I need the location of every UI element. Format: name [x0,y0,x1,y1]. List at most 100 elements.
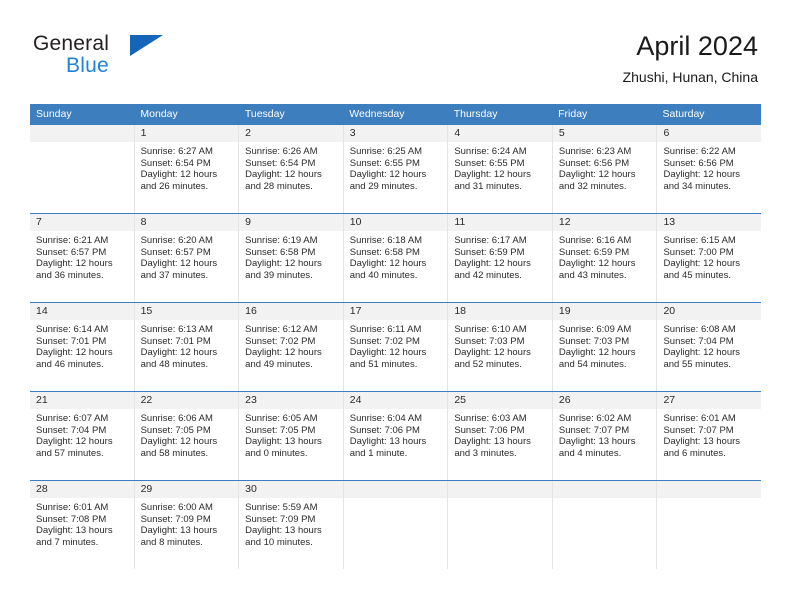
day-cell[interactable] [30,125,135,213]
daylight-text-line2: and 4 minutes. [558,448,622,460]
day-cell[interactable]: 24 Sunrise: 6:04 AM Sunset: 7:06 PM Dayl… [343,392,449,480]
day-cell[interactable]: 16 Sunrise: 6:12 AM Sunset: 7:02 PM Dayl… [239,303,344,391]
day-number: 16 [239,303,343,320]
weekday-wednesday: Wednesday [349,108,405,120]
daylight-text-line1: Daylight: 12 hours [245,347,322,359]
day-number: 20 [657,303,762,320]
day-cell[interactable] [448,481,553,569]
day-cell[interactable]: 8 Sunrise: 6:20 AM Sunset: 6:57 PM Dayli… [134,214,240,302]
day-cell[interactable]: 7 Sunrise: 6:21 AM Sunset: 6:57 PM Dayli… [30,214,135,302]
page-subtitle: Zhushi, Hunan, China [622,69,758,85]
day-cell[interactable]: 4 Sunrise: 6:24 AM Sunset: 6:55 PM Dayli… [448,125,553,213]
logo-triangle-icon [130,35,163,56]
day-cell[interactable]: 28 Sunrise: 6:01 AM Sunset: 7:08 PM Dayl… [30,481,135,569]
daylight-text-line2: and 8 minutes. [140,537,203,549]
daylight-text-line2: and 51 minutes. [349,359,418,371]
day-cell[interactable] [657,481,762,569]
sunrise-text: Sunrise: 6:01 AM [36,502,109,513]
sunrise-text: Sunrise: 6:22 AM [663,146,736,157]
daylight-text-line2: and 42 minutes. [454,270,522,282]
day-cell[interactable]: 15 Sunrise: 6:13 AM Sunset: 7:01 PM Dayl… [134,303,240,391]
day-cell[interactable]: 17 Sunrise: 6:11 AM Sunset: 7:02 PM Dayl… [343,303,449,391]
daylight-text-line1: Daylight: 12 hours [140,347,218,359]
day-info: Sunrise: 6:26 AM Sunset: 6:54 PM Dayligh… [239,142,343,193]
week-row: 28 Sunrise: 6:01 AM Sunset: 7:08 PM Dayl… [30,480,762,569]
sunrise-text: Sunrise: 6:16 AM [558,235,632,246]
day-info: Sunrise: 6:10 AM Sunset: 7:03 PM Dayligh… [448,320,552,371]
day-number: 2 [239,125,343,142]
weekday-saturday: Saturday [662,108,705,120]
sunset-text: Sunset: 7:05 PM [140,424,211,436]
daylight-text-line1: Daylight: 12 hours [454,258,531,270]
sunset-text: Sunset: 6:59 PM [454,246,525,258]
day-info: Sunrise: 6:25 AM Sunset: 6:55 PM Dayligh… [344,142,448,193]
sunset-text: Sunset: 6:57 PM [36,246,107,258]
day-cell[interactable] [552,481,658,569]
day-cell[interactable]: 19 Sunrise: 6:09 AM Sunset: 7:03 PM Dayl… [552,303,658,391]
day-info: Sunrise: 6:01 AM Sunset: 7:08 PM Dayligh… [30,498,134,549]
day-number: 1 [134,125,239,142]
sunset-text: Sunset: 7:06 PM [454,424,525,436]
daylight-text-line1: Daylight: 13 hours [349,436,427,448]
day-number: 23 [239,392,343,409]
day-number: 22 [134,392,239,409]
day-cell[interactable]: 21 Sunrise: 6:07 AM Sunset: 7:04 PM Dayl… [30,392,135,480]
day-cell[interactable]: 27 Sunrise: 6:01 AM Sunset: 7:07 PM Dayl… [657,392,762,480]
day-cell[interactable]: 11 Sunrise: 6:17 AM Sunset: 6:59 PM Dayl… [448,214,553,302]
day-number: 5 [552,125,657,142]
sunset-text: Sunset: 6:55 PM [349,157,420,169]
day-cell[interactable]: 14 Sunrise: 6:14 AM Sunset: 7:01 PM Dayl… [30,303,135,391]
daylight-text-line1: Daylight: 13 hours [245,436,322,448]
sunset-text: Sunset: 7:03 PM [454,335,525,347]
daylight-text-line1: Daylight: 12 hours [140,436,218,448]
day-cell[interactable]: 29 Sunrise: 6:00 AM Sunset: 7:09 PM Dayl… [134,481,240,569]
daylight-text-line2: and 57 minutes. [36,448,104,460]
day-cell[interactable]: 2 Sunrise: 6:26 AM Sunset: 6:54 PM Dayli… [239,125,344,213]
day-cell[interactable]: 12 Sunrise: 6:16 AM Sunset: 6:59 PM Dayl… [552,214,658,302]
sunrise-text: Sunrise: 6:23 AM [558,146,632,157]
day-info: Sunrise: 6:23 AM Sunset: 6:56 PM Dayligh… [553,142,657,193]
day-cell[interactable]: 22 Sunrise: 6:06 AM Sunset: 7:05 PM Dayl… [134,392,240,480]
day-info: Sunrise: 6:14 AM Sunset: 7:01 PM Dayligh… [30,320,134,371]
day-cell[interactable]: 30 Sunrise: 5:59 AM Sunset: 7:09 PM Dayl… [239,481,344,569]
day-cell[interactable]: 9 Sunrise: 6:19 AM Sunset: 6:58 PM Dayli… [239,214,344,302]
daylight-text-line1: Daylight: 13 hours [245,525,322,537]
sunset-text: Sunset: 6:58 PM [245,246,316,258]
sunset-text: Sunset: 6:56 PM [558,157,630,169]
day-info: Sunrise: 6:20 AM Sunset: 6:57 PM Dayligh… [135,231,239,282]
day-cell[interactable]: 20 Sunrise: 6:08 AM Sunset: 7:04 PM Dayl… [657,303,762,391]
daylight-text-line2: and 46 minutes. [36,359,104,371]
day-info: Sunrise: 6:19 AM Sunset: 6:58 PM Dayligh… [239,231,343,282]
daylight-text-line2: and 40 minutes. [349,270,418,282]
day-cell[interactable]: 1 Sunrise: 6:27 AM Sunset: 6:54 PM Dayli… [134,125,240,213]
day-cell[interactable]: 26 Sunrise: 6:02 AM Sunset: 7:07 PM Dayl… [552,392,658,480]
day-info: Sunrise: 6:05 AM Sunset: 7:05 PM Dayligh… [239,409,343,460]
logo-text-general: General [33,32,110,55]
day-cell[interactable]: 10 Sunrise: 6:18 AM Sunset: 6:58 PM Dayl… [343,214,449,302]
sunrise-text: Sunrise: 6:15 AM [663,235,736,246]
sunset-text: Sunset: 7:07 PM [558,424,630,436]
daylight-text-line1: Daylight: 12 hours [36,258,113,270]
daylight-text-line1: Daylight: 13 hours [558,436,636,448]
day-cell[interactable]: 13 Sunrise: 6:15 AM Sunset: 7:00 PM Dayl… [657,214,762,302]
sunrise-text: Sunrise: 6:10 AM [454,324,527,335]
sunrise-text: Sunrise: 6:13 AM [140,324,213,335]
day-cell[interactable]: 23 Sunrise: 6:05 AM Sunset: 7:05 PM Dayl… [239,392,344,480]
sunrise-text: Sunrise: 5:59 AM [245,502,318,513]
calendar-page: General Blue April 2024 Zhushi, Hunan, C… [0,0,792,612]
day-cell[interactable]: 25 Sunrise: 6:03 AM Sunset: 7:06 PM Dayl… [448,392,553,480]
day-info [344,498,448,502]
daylight-text-line1: Daylight: 12 hours [140,258,218,270]
daylight-text-line1: Daylight: 12 hours [245,169,322,181]
sunrise-text: Sunrise: 6:18 AM [349,235,423,246]
day-cell[interactable]: 3 Sunrise: 6:25 AM Sunset: 6:55 PM Dayli… [343,125,449,213]
day-cell[interactable]: 5 Sunrise: 6:23 AM Sunset: 6:56 PM Dayli… [552,125,658,213]
day-cell[interactable] [343,481,449,569]
day-number: 17 [343,303,448,320]
day-info: Sunrise: 6:00 AM Sunset: 7:09 PM Dayligh… [135,498,239,549]
day-cell[interactable]: 18 Sunrise: 6:10 AM Sunset: 7:03 PM Dayl… [448,303,553,391]
sunrise-text: Sunrise: 6:05 AM [245,413,318,424]
day-cell[interactable]: 6 Sunrise: 6:22 AM Sunset: 6:56 PM Dayli… [657,125,762,213]
day-info: Sunrise: 6:11 AM Sunset: 7:02 PM Dayligh… [344,320,448,371]
daylight-text-line1: Daylight: 12 hours [140,169,218,181]
